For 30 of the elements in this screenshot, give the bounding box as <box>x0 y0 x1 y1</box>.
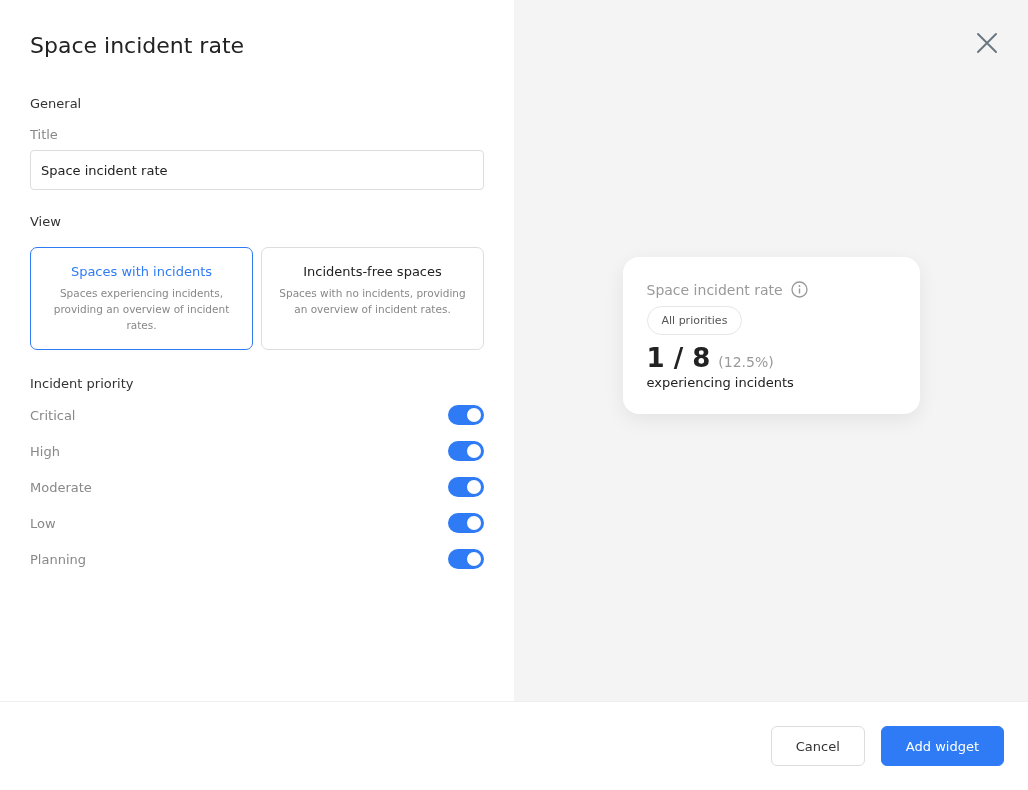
title-input[interactable]: Space incident rate <box>30 150 484 190</box>
option-title: Spaces with incidents <box>69 264 214 279</box>
option-description: Spaces with no incidents, providing an overview of incident rates. <box>278 286 467 317</box>
priority-label: Low <box>30 515 56 531</box>
incident-count: 1 / 8 <box>646 343 711 373</box>
widget-title: Space incident rate <box>646 281 783 298</box>
priority-label: Critical <box>30 407 76 423</box>
dialog-title: Space incident rate <box>30 32 246 60</box>
incident-percent: (12.5%) <box>718 354 774 370</box>
priority-label: High <box>30 443 60 459</box>
section-heading: View <box>30 214 62 229</box>
toggle-switch[interactable] <box>448 405 484 425</box>
add-button[interactable]: Add widget <box>880 726 1004 766</box>
section-heading: General <box>30 96 83 111</box>
toggle-switch[interactable] <box>448 477 484 497</box>
toggle-switch[interactable] <box>448 513 484 533</box>
close-button[interactable] <box>976 32 998 54</box>
section-heading: Incident priority <box>30 376 135 391</box>
cancel-button[interactable]: Cancel <box>770 726 865 766</box>
toggle-switch[interactable] <box>448 549 484 569</box>
view-option[interactable]: Spaces with incidents Spaces experiencing incidents, providing an overview of incident rates. <box>30 247 253 350</box>
widget-caption: experiencing incidents <box>646 375 795 390</box>
priority-label: Moderate <box>30 479 92 495</box>
toggle-switch[interactable] <box>448 441 484 461</box>
priority-label: Planning <box>30 551 86 567</box>
option-description: Spaces experiencing incidents, providing an overview of incident rates. <box>52 286 231 333</box>
option-title: Incidents-free spaces <box>302 264 443 279</box>
info-icon[interactable] <box>790 281 808 298</box>
field-label: Title <box>30 127 59 142</box>
view-option[interactable]: Incidents-free spaces Spaces with no incidents, providing an overview of incident rates. <box>261 247 484 350</box>
